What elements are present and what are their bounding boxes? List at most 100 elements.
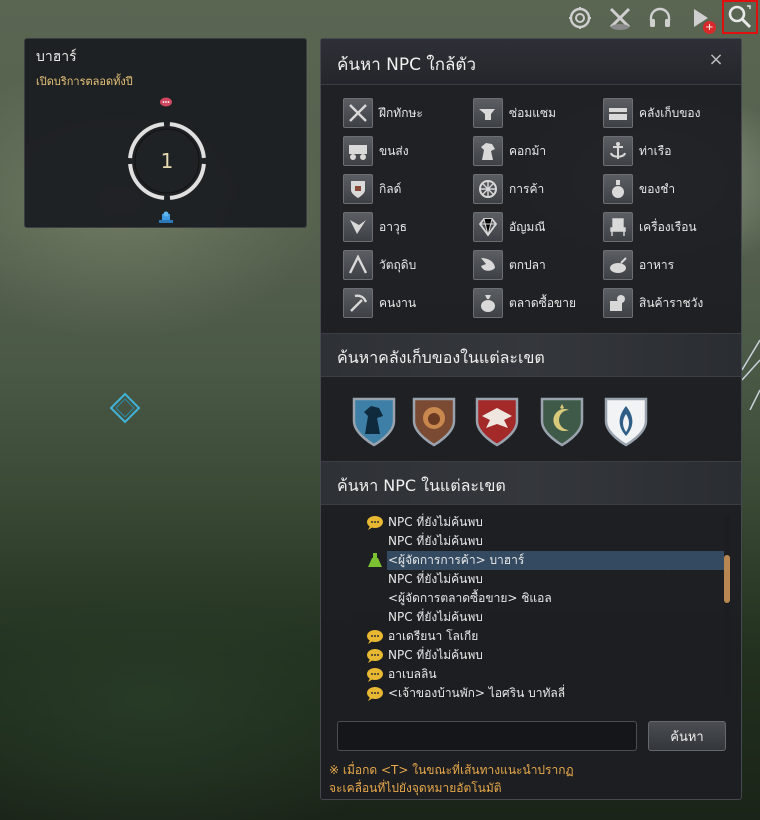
ring-icon[interactable] — [566, 4, 594, 32]
npc-name: NPC ที่ยังไม่ค้นพบ — [388, 515, 483, 529]
chair-icon — [603, 212, 633, 242]
category-label: ท่าเรือ — [639, 143, 672, 158]
region-shield-lion[interactable] — [411, 396, 457, 448]
category-guild[interactable]: กิลด์ — [343, 173, 473, 205]
category-material[interactable]: วัตถุดิบ — [343, 249, 473, 281]
category-label: อาวุธ — [379, 219, 408, 234]
npc-list-item[interactable]: <ผู้จัดการตลาดซื้อขาย> ชิแอล — [387, 589, 727, 608]
anchor-icon — [603, 136, 633, 166]
food-icon — [603, 250, 633, 280]
npc-name: <เจ้าของบ้านพัก> ไอศริน บาทัลลี่ — [388, 686, 566, 700]
category-gem[interactable]: อัญมณี — [473, 211, 603, 243]
category-fishing[interactable]: ตกปลา — [473, 249, 603, 281]
wheel-icon — [473, 174, 503, 204]
category-marketplace[interactable]: ตลาดซื้อขาย — [473, 287, 603, 319]
category-transport[interactable]: ขนส่ง — [343, 135, 473, 167]
pickaxe-icon — [343, 288, 373, 318]
category-imperial-goods[interactable]: สินค้าราชวัง — [603, 287, 733, 319]
category-label: ของชำ — [639, 181, 676, 196]
npc-search-input[interactable] — [337, 721, 637, 751]
region-shield-flame[interactable] — [603, 396, 649, 448]
category-grocery[interactable]: ของชำ — [603, 173, 733, 205]
npc-section-title: ค้นหา NPC ในแต่ละเขต — [337, 476, 506, 495]
npc-name: NPC ที่ยังไม่ค้นพบ — [388, 648, 483, 662]
node-level-number: 1 — [160, 149, 174, 173]
close-button[interactable]: × — [707, 51, 725, 69]
map-marker-diamond[interactable] — [109, 392, 141, 424]
play-icon[interactable]: + — [686, 4, 716, 34]
panel-header: ค้นหา NPC ใกล้ตัว × — [321, 39, 741, 85]
fish-icon — [473, 250, 503, 280]
npc-name: <ผู้จัดการตลาดซื้อขาย> ชิแอล — [388, 591, 552, 605]
node-subtitle: เปิดบริการตลอดทั้งปี — [36, 75, 133, 88]
category-worker[interactable]: คนงาน — [343, 287, 473, 319]
npc-list-item[interactable]: อาเบลลิน — [367, 665, 727, 684]
npc-list-item[interactable]: NPC ที่ยังไม่ค้นพบ — [387, 608, 727, 627]
headset-icon[interactable] — [646, 4, 674, 32]
hint-line-1: ※ เมื่อกด <T> ในขณะที่เส้นทางแนะนำปรากฏ — [329, 763, 574, 777]
npc-list: NPC ที่ยังไม่ค้นพบ NPC ที่ยังไม่ค้นพบ <ผ… — [321, 513, 741, 709]
npc-list-item-selected[interactable]: <ผู้จัดการการค้า> บาฮาร์ — [368, 551, 727, 570]
category-trade[interactable]: การค้า — [473, 173, 603, 205]
category-label: ขนส่ง — [379, 143, 409, 158]
npc-name: อาเดรียนา โลเกีย — [388, 629, 479, 643]
chat-bubble-icon — [367, 649, 383, 663]
category-label: เครื่องเรือน — [639, 219, 697, 234]
category-label: คนงาน — [379, 295, 417, 310]
skill-icon — [343, 98, 373, 128]
light-beam — [742, 339, 760, 410]
scroll-thumb[interactable] — [724, 555, 730, 603]
storage-section-title: ค้นหาคลังเก็บของในแต่ละเขต — [337, 348, 545, 367]
chest-icon — [603, 98, 633, 128]
category-label: ตกปลา — [509, 257, 546, 272]
category-stable[interactable]: คอกม้า — [473, 135, 603, 167]
storage-section-header: ค้นหาคลังเก็บของในแต่ละเขต — [321, 333, 741, 377]
category-skill[interactable]: ฝึกทักษะ — [343, 97, 473, 129]
npc-name: <ผู้จัดการการค้า> บาฮาร์ — [388, 553, 525, 567]
anvil-icon — [473, 98, 503, 128]
category-furniture[interactable]: เครื่องเรือน — [603, 211, 733, 243]
chat-bubble-icon — [367, 668, 383, 682]
crate-icon — [603, 288, 633, 318]
category-label: ฝึกทักษะ — [379, 105, 423, 120]
region-shield-horse[interactable] — [351, 396, 397, 448]
wagon-icon — [343, 136, 373, 166]
category-repair[interactable]: ซ่อมแซม — [473, 97, 603, 129]
npc-search-panel: ค้นหา NPC ใกล้ตัว × ฝึกทักษะ ซ่อมแซม คลั… — [320, 38, 742, 800]
weapon-icon — [343, 212, 373, 242]
money-bag-icon — [473, 288, 503, 318]
chat-bubble-icon — [367, 687, 383, 701]
guild-icon — [343, 174, 373, 204]
node-title: บาฮาร์ — [36, 49, 77, 65]
category-food[interactable]: อาหาร — [603, 249, 733, 281]
npc-list-item[interactable]: <เจ้าของบ้านพัก> ไอศริน บาทัลลี่ — [367, 684, 727, 703]
npc-list-scrollbar[interactable] — [724, 515, 730, 699]
category-label: กิลด์ — [379, 181, 402, 196]
category-port[interactable]: ท่าเรือ — [603, 135, 733, 167]
npc-list-item[interactable]: NPC ที่ยังไม่ค้นพบ — [367, 646, 727, 665]
npc-name: อาเบลลิน — [388, 667, 437, 681]
npc-name: NPC ที่ยังไม่ค้นพบ — [388, 610, 483, 624]
hint-line-2: จะเคลื่อนที่ไปยังจุดหมายอัตโนมัติ — [329, 781, 502, 795]
region-shield-moon[interactable] — [539, 396, 585, 448]
region-shield-eagle[interactable] — [474, 396, 520, 448]
category-label: อาหาร — [639, 257, 675, 272]
npc-list-item[interactable]: NPC ที่ยังไม่ค้นพบ — [387, 570, 727, 589]
npc-list-item[interactable]: อาเดรียนา โลเกีย — [367, 627, 727, 646]
npc-list-item[interactable]: NPC ที่ยังไม่ค้นพบ — [387, 532, 727, 551]
node-chat-icon — [160, 97, 172, 107]
category-weapon[interactable]: อาวุธ — [343, 211, 473, 243]
npc-name: NPC ที่ยังไม่ค้นพบ — [388, 534, 483, 548]
top-toolbar: + — [540, 0, 760, 36]
panel-title: ค้นหา NPC ใกล้ตัว — [337, 55, 476, 75]
category-label: คอกม้า — [509, 143, 547, 158]
chat-bubble-icon — [367, 516, 383, 530]
category-label: ตลาดซื้อขาย — [509, 295, 577, 310]
category-label: สินค้าราชวัง — [639, 295, 704, 310]
category-storage[interactable]: คลังเก็บของ — [603, 97, 733, 129]
play-badge: + — [703, 21, 716, 34]
npc-list-item[interactable]: NPC ที่ยังไม่ค้นพบ — [367, 513, 727, 532]
search-button[interactable]: ค้นหา — [648, 721, 726, 751]
crossed-swords-icon[interactable] — [606, 4, 634, 32]
magnifier-icon[interactable] — [722, 0, 758, 34]
